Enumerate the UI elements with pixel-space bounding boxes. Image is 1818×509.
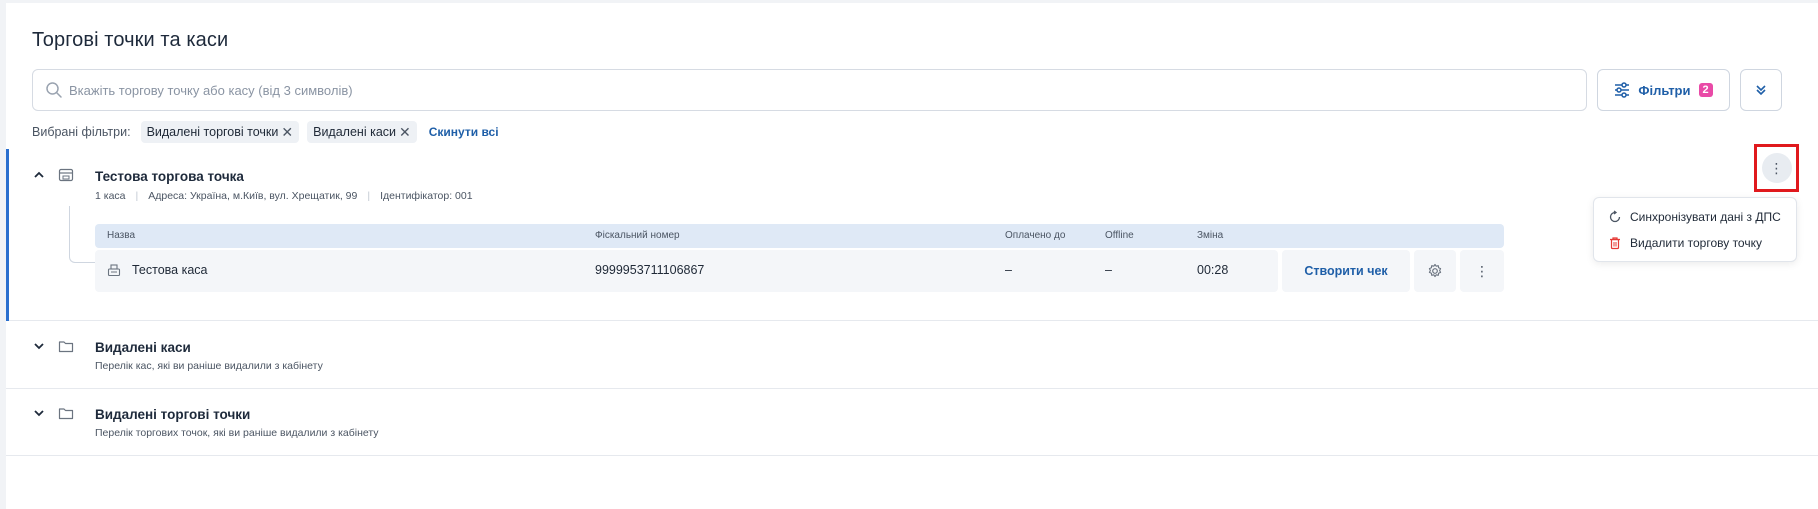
register-more-button[interactable]: ⋮ — [1460, 250, 1504, 292]
close-icon[interactable]: ✕ — [281, 125, 293, 139]
store-icon — [58, 168, 74, 182]
chevron-down-icon[interactable] — [32, 406, 46, 420]
page: Торгові точки та каси Фільтри 2 Вибрані … — [6, 3, 1818, 509]
page-title: Торгові точки та каси — [32, 29, 229, 51]
column-header: Offline — [1105, 230, 1134, 241]
menu-item-label: Синхронізувати дані з ДПС — [1630, 210, 1781, 224]
shift-time: 00:28 — [1197, 263, 1229, 277]
active-indicator — [6, 149, 9, 321]
store-identifier: Ідентифікатор: 001 — [380, 190, 473, 202]
create-receipt-button[interactable]: Створити чек — [1282, 250, 1410, 292]
sync-icon — [1609, 210, 1621, 223]
store-actions-button[interactable]: ⋮ — [1761, 153, 1792, 183]
filter-chip-label: Видалені каси — [313, 125, 397, 139]
expand-all-button[interactable] — [1740, 69, 1782, 111]
deleted-registers-section: Видалені каси Перелік кас, які ви раніше… — [6, 322, 1818, 389]
folder-icon — [58, 341, 74, 353]
column-header: Зміна — [1197, 230, 1224, 241]
deleted-registers-title[interactable]: Видалені каси — [95, 340, 191, 355]
column-header: Фіскальний номер — [595, 230, 680, 241]
kebab-icon: ⋮ — [1769, 159, 1784, 176]
reset-filters-link[interactable]: Скинути всі — [429, 125, 499, 139]
store-actions-menu: Синхронізувати дані з ДПС Видалити торго… — [1593, 197, 1797, 262]
menu-item-sync[interactable]: Синхронізувати дані з ДПС — [1608, 210, 1781, 224]
filters-button[interactable]: Фільтри 2 — [1597, 69, 1730, 111]
store-name[interactable]: Тестова торгова точка — [95, 169, 244, 184]
filters-label: Фільтри — [1638, 82, 1691, 98]
gear-icon — [1428, 263, 1442, 278]
store-actions-highlight: ⋮ — [1754, 144, 1799, 192]
selected-filters-label: Вибрані фільтри: — [32, 125, 131, 139]
kebab-icon: ⋮ — [1475, 262, 1489, 279]
store-address: Адреса: Україна, м.Київ, вул. Хрещатик, … — [148, 190, 358, 202]
offline-status: – — [1105, 263, 1112, 277]
tree-connector — [69, 206, 97, 263]
deleted-stores-subtitle: Перелік торгових точок, які ви раніше ви… — [95, 427, 379, 439]
register-name: Тестова каса — [132, 263, 208, 277]
column-header: Оплачено до — [1005, 230, 1066, 241]
store-meta: 1 каса | Адреса: Україна, м.Київ, вул. Х… — [95, 190, 473, 202]
fiscal-number: 9999953711106867 — [595, 263, 705, 277]
filter-chip: Видалені торгові точки ✕ — [140, 121, 300, 143]
search-input[interactable] — [69, 70, 1569, 110]
register-settings-button[interactable] — [1414, 250, 1456, 292]
chevron-up-icon[interactable] — [32, 168, 46, 182]
deleted-stores-title[interactable]: Видалені торгові точки — [95, 407, 250, 422]
folder-icon — [58, 408, 74, 420]
filters-count-badge: 2 — [1698, 83, 1713, 97]
trash-icon — [1610, 237, 1620, 250]
column-header: Назва — [107, 230, 136, 241]
filter-chip: Видалені каси ✕ — [307, 121, 417, 143]
selected-filters: Вибрані фільтри: Видалені торгові точки … — [32, 119, 499, 145]
deleted-stores-section: Видалені торгові точки Перелік торгових … — [6, 389, 1818, 456]
store-section: Тестова торгова точка 1 каса | Адреса: У… — [6, 149, 1818, 321]
close-icon[interactable]: ✕ — [399, 125, 411, 139]
menu-item-label: Видалити торгову точку — [1630, 236, 1762, 250]
menu-item-delete[interactable]: Видалити торгову точку — [1608, 236, 1762, 250]
table-row[interactable]: Тестова каса 9999953711106867 – – 00:28 … — [95, 250, 1504, 292]
register-count: 1 каса — [95, 190, 126, 202]
search-box[interactable] — [32, 69, 1587, 111]
double-chevron-down-icon — [1756, 85, 1766, 96]
search-icon — [46, 82, 62, 98]
deleted-registers-subtitle: Перелік кас, які ви раніше видалили з ка… — [95, 360, 323, 372]
paid-until: – — [1005, 263, 1012, 277]
filter-chip-label: Видалені торгові точки — [146, 125, 279, 139]
cash-register-icon — [107, 264, 121, 277]
sliders-icon — [1615, 82, 1630, 98]
chevron-down-icon[interactable] — [32, 339, 46, 353]
table-header: Назва Фіскальний номер Оплачено до Offli… — [95, 224, 1504, 248]
